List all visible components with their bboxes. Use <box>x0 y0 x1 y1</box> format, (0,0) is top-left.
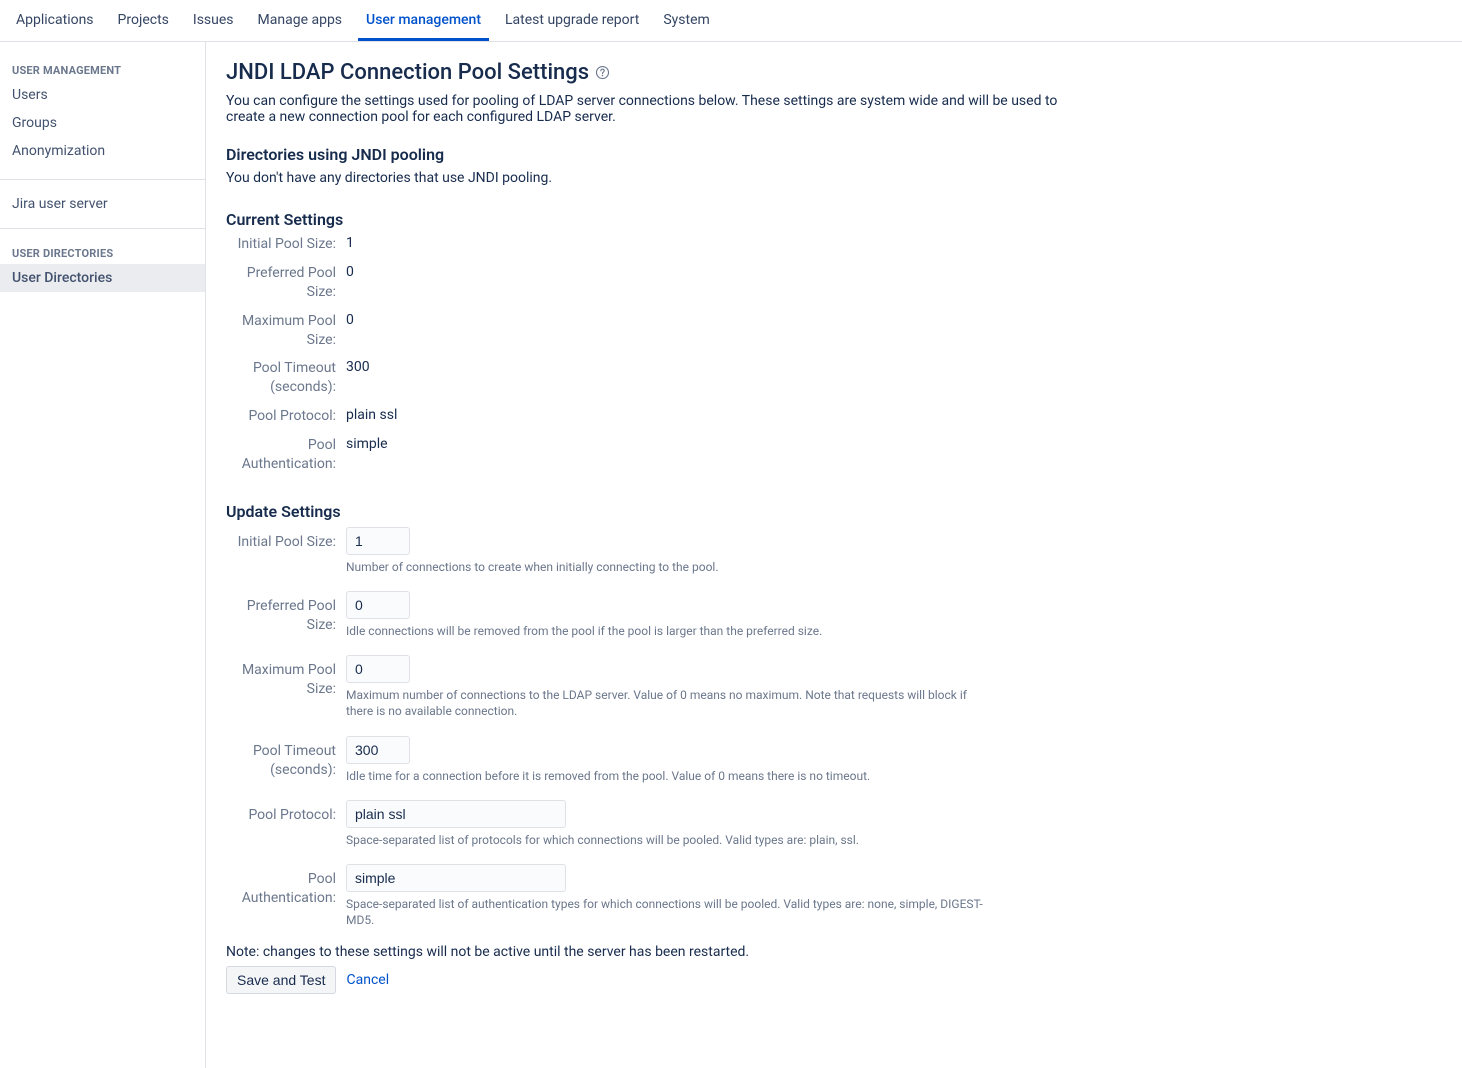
pool-protocol-input[interactable] <box>346 800 566 828</box>
form-initial-label: Initial Pool Size: <box>226 527 346 552</box>
current-protocol-value: plain ssl <box>346 407 397 426</box>
form-maximum-hint: Maximum number of connections to the LDA… <box>346 687 986 719</box>
top-tabs: Applications Projects Issues Manage apps… <box>0 0 1462 42</box>
sidebar-item-anonymization[interactable]: Anonymization <box>0 137 205 165</box>
current-initial-label: Initial Pool Size: <box>226 235 346 254</box>
initial-pool-size-input[interactable] <box>346 527 410 555</box>
help-icon[interactable] <box>595 65 610 80</box>
maximum-pool-size-input[interactable] <box>346 655 410 683</box>
tab-applications[interactable]: Applications <box>8 0 102 41</box>
tab-manage-apps[interactable]: Manage apps <box>250 0 351 41</box>
form-preferred-label: Preferred Pool Size: <box>226 591 346 635</box>
current-auth-value: simple <box>346 436 388 474</box>
form-protocol-hint: Space-separated list of protocols for wh… <box>346 832 859 848</box>
current-timeout-value: 300 <box>346 359 370 397</box>
form-protocol-label: Pool Protocol: <box>226 800 346 825</box>
form-timeout-hint: Idle time for a connection before it is … <box>346 768 870 784</box>
form-timeout-label: Pool Timeout (seconds): <box>226 736 346 780</box>
current-preferred-label: Preferred Pool Size: <box>226 264 346 302</box>
tab-user-management[interactable]: User management <box>358 0 489 41</box>
sidebar-divider <box>0 228 205 229</box>
sidebar-item-groups[interactable]: Groups <box>0 109 205 137</box>
current-maximum-value: 0 <box>346 312 354 350</box>
page-title-text: JNDI LDAP Connection Pool Settings <box>226 60 589 85</box>
current-preferred-value: 0 <box>346 264 354 302</box>
sidebar-item-jira-user-server[interactable]: Jira user server <box>0 190 205 218</box>
update-settings-heading: Update Settings <box>226 502 1286 521</box>
pool-auth-input[interactable] <box>346 864 566 892</box>
current-auth-label: Pool Authentication: <box>226 436 346 474</box>
sidebar: USER MANAGEMENT Users Groups Anonymizati… <box>0 42 206 1068</box>
current-protocol-label: Pool Protocol: <box>226 407 346 426</box>
restart-note: Note: changes to these settings will not… <box>226 944 1286 960</box>
form-preferred-hint: Idle connections will be removed from th… <box>346 623 822 639</box>
sidebar-item-users[interactable]: Users <box>0 81 205 109</box>
tab-upgrade-report[interactable]: Latest upgrade report <box>497 0 647 41</box>
form-initial-hint: Number of connections to create when ini… <box>346 559 719 575</box>
current-settings-heading: Current Settings <box>226 210 1286 229</box>
sidebar-heading-user-directories: USER DIRECTORIES <box>0 239 205 264</box>
cancel-link[interactable]: Cancel <box>346 972 389 988</box>
page-title: JNDI LDAP Connection Pool Settings <box>226 60 1286 85</box>
main-content: JNDI LDAP Connection Pool Settings You c… <box>206 42 1306 1068</box>
current-initial-value: 1 <box>346 235 354 254</box>
sidebar-item-user-directories[interactable]: User Directories <box>0 264 205 292</box>
intro-text: You can configure the settings used for … <box>226 93 1086 125</box>
form-auth-hint: Space-separated list of authentication t… <box>346 896 986 928</box>
directories-heading: Directories using JNDI pooling <box>226 145 1286 164</box>
pool-timeout-input[interactable] <box>346 736 410 764</box>
tab-system[interactable]: System <box>655 0 717 41</box>
form-auth-label: Pool Authentication: <box>226 864 346 908</box>
tab-projects[interactable]: Projects <box>110 0 177 41</box>
sidebar-divider <box>0 179 205 180</box>
preferred-pool-size-input[interactable] <box>346 591 410 619</box>
save-and-test-button[interactable]: Save and Test <box>226 966 336 994</box>
current-timeout-label: Pool Timeout (seconds): <box>226 359 346 397</box>
directories-empty-msg: You don't have any directories that use … <box>226 170 1286 186</box>
current-maximum-label: Maximum Pool Size: <box>226 312 346 350</box>
tab-issues[interactable]: Issues <box>185 0 242 41</box>
form-maximum-label: Maximum Pool Size: <box>226 655 346 699</box>
sidebar-heading-user-mgmt: USER MANAGEMENT <box>0 56 205 81</box>
